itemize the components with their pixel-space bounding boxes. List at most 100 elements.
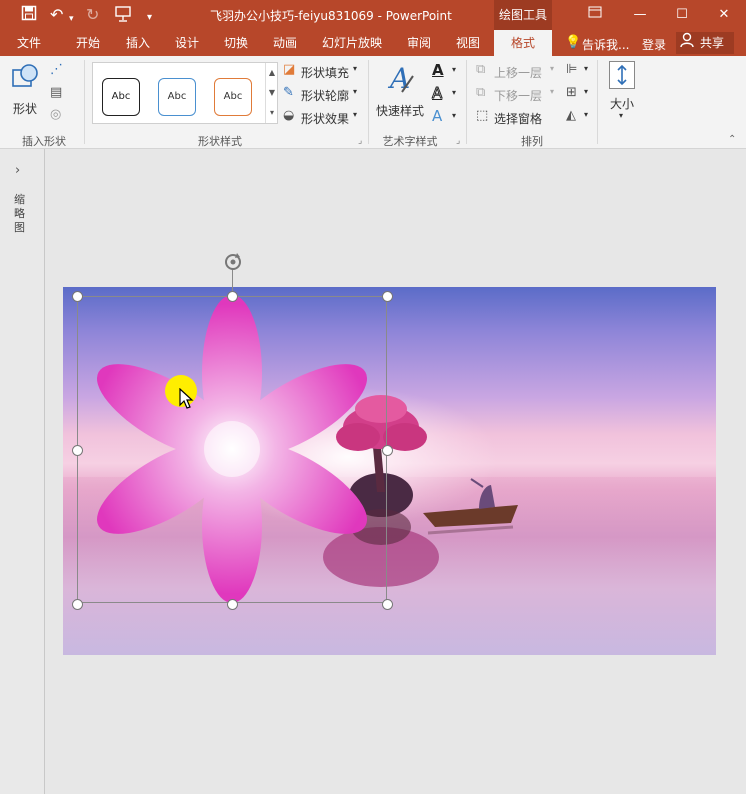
chevron-down-icon[interactable]: ▾ bbox=[584, 87, 588, 96]
resize-handle[interactable] bbox=[227, 599, 238, 610]
resize-handle[interactable] bbox=[72, 599, 83, 610]
maximize-icon[interactable]: ☐ bbox=[672, 5, 692, 25]
outline-pen-icon: ✎ bbox=[283, 85, 294, 100]
group-divider bbox=[368, 60, 369, 144]
customize-icon[interactable]: ▾ bbox=[147, 8, 152, 28]
tab-format[interactable]: 格式 bbox=[494, 30, 552, 56]
tab-file[interactable]: 文件 bbox=[0, 30, 58, 56]
text-fill-icon[interactable]: A bbox=[432, 61, 444, 79]
edit-shape-icon[interactable]: ⋰ bbox=[50, 63, 63, 77]
ribbon-options-icon[interactable] bbox=[585, 5, 605, 26]
share-label: 共享 bbox=[700, 36, 725, 50]
shapes-icon bbox=[12, 64, 38, 87]
save-icon[interactable] bbox=[21, 5, 37, 26]
drawing-tools-context: 绘图工具 bbox=[494, 0, 552, 30]
shape-label: 形状 bbox=[13, 102, 38, 116]
person-icon bbox=[680, 32, 694, 56]
tab-transitions[interactable]: 切换 bbox=[211, 30, 261, 56]
wordart-styles-group-label: 艺术字样式 bbox=[382, 135, 438, 148]
share-button[interactable]: 共享 bbox=[676, 32, 734, 54]
dialog-launcher-icon[interactable]: ⌟ bbox=[358, 136, 362, 146]
chevron-down-icon: ▾ bbox=[619, 111, 624, 120]
pointer-cursor-icon bbox=[179, 387, 195, 413]
tab-slideshow[interactable]: 幻灯片放映 bbox=[313, 30, 391, 56]
group-divider bbox=[597, 60, 598, 144]
style-sample-blue[interactable]: Abc bbox=[158, 78, 196, 116]
ribbon: 形状 ⋰ ▤ ◎ 插入形状 Abc Abc Abc ▲ ▼ ▾ ◪ 形状填充 ▾ ✎… bbox=[0, 56, 746, 149]
textbox-icon[interactable]: ▤ bbox=[50, 86, 62, 100]
login-link[interactable]: 登录 bbox=[642, 36, 666, 53]
shape-outline-button[interactable]: 形状轮廓 bbox=[301, 87, 349, 104]
quick-styles-button[interactable]: A 快速样式 bbox=[374, 62, 426, 124]
collapse-ribbon-icon[interactable]: ⌃ bbox=[728, 134, 736, 145]
group-divider bbox=[84, 60, 85, 144]
chevron-down-icon[interactable]: ▾ bbox=[353, 110, 357, 119]
fill-bucket-icon: ◪ bbox=[283, 62, 296, 77]
undo-dropdown-icon[interactable]: ▾ bbox=[69, 9, 74, 29]
tab-review[interactable]: 审阅 bbox=[394, 30, 444, 56]
style-sample-black[interactable]: Abc bbox=[102, 78, 140, 116]
tab-view[interactable]: 视图 bbox=[443, 30, 493, 56]
lightbulb-icon: 💡 bbox=[565, 35, 582, 50]
present-icon[interactable] bbox=[114, 5, 132, 28]
chevron-down-icon[interactable]: ▾ bbox=[452, 88, 456, 97]
tab-home[interactable]: 开始 bbox=[62, 30, 114, 56]
chevron-down-icon[interactable]: ▾ bbox=[584, 110, 588, 119]
chevron-down-icon[interactable]: ▾ bbox=[353, 64, 357, 73]
selection-pane-icon: ⬚ bbox=[476, 108, 489, 123]
chevron-down-icon: ▾ bbox=[550, 87, 555, 96]
svg-text:A: A bbox=[387, 62, 410, 94]
arrange-group-label: 排列 bbox=[521, 135, 543, 148]
undo-icon[interactable]: ↶ bbox=[50, 5, 63, 25]
resize-handle[interactable] bbox=[72, 445, 83, 456]
send-backward-icon: ⧉ bbox=[476, 85, 486, 100]
resize-handle[interactable] bbox=[382, 291, 393, 302]
thumbnail-pane: › 缩略图 bbox=[0, 149, 45, 794]
shape-gallery-button[interactable]: 形状 bbox=[8, 62, 42, 124]
merge-shapes-icon: ◎ bbox=[50, 107, 62, 122]
resize-handle[interactable] bbox=[382, 599, 393, 610]
bring-forward-icon: ⧉ bbox=[476, 62, 486, 77]
selection-pane-button[interactable]: 选择窗格 bbox=[494, 110, 542, 127]
redo-icon: ↻ bbox=[86, 5, 100, 24]
title-bar: ↶ ▾ ↻ ▾ 飞羽办公小技巧-feiyu831069 - PowerPoint… bbox=[0, 0, 746, 30]
resize-handle[interactable] bbox=[72, 291, 83, 302]
align-icon[interactable]: ⊫ bbox=[566, 63, 577, 77]
chevron-down-icon[interactable]: ▾ bbox=[584, 64, 588, 73]
resize-handle[interactable] bbox=[382, 445, 393, 456]
chevron-down-icon: ▾ bbox=[550, 64, 555, 73]
minimize-icon[interactable]: — bbox=[630, 5, 650, 25]
tab-animations[interactable]: 动画 bbox=[260, 30, 310, 56]
shape-style-gallery: Abc Abc Abc ▲ ▼ ▾ bbox=[92, 62, 278, 124]
selection-frame bbox=[77, 296, 387, 603]
tab-design[interactable]: 设计 bbox=[162, 30, 212, 56]
text-outline-icon[interactable]: A bbox=[431, 84, 442, 103]
chevron-down-icon[interactable]: ▾ bbox=[452, 111, 456, 120]
send-backward-button: 下移一层 bbox=[494, 89, 543, 103]
chevron-down-icon[interactable]: ▾ bbox=[452, 65, 456, 74]
thumbnail-pane-label: 缩略图 bbox=[14, 193, 25, 234]
close-icon[interactable]: ✕ bbox=[714, 5, 734, 25]
group-objects-icon[interactable]: ⊞ bbox=[566, 86, 577, 100]
chevron-down-icon[interactable]: ▾ bbox=[353, 87, 357, 96]
shape-styles-group-label: 形状样式 bbox=[198, 135, 242, 148]
shape-effects-button[interactable]: 形状效果 bbox=[301, 110, 349, 127]
effects-icon: ◒ bbox=[283, 108, 295, 123]
size-label: 大小 bbox=[610, 97, 635, 111]
tab-insert[interactable]: 插入 bbox=[113, 30, 163, 56]
resize-handle[interactable] bbox=[227, 291, 238, 302]
gallery-scroll[interactable]: ▲ ▼ ▾ bbox=[265, 63, 278, 123]
tell-me-input[interactable]: 告诉我... bbox=[582, 36, 629, 53]
rotate-handle-icon[interactable] bbox=[222, 251, 244, 276]
rotate-icon[interactable]: ◭ bbox=[566, 109, 576, 123]
chevron-right-icon[interactable]: › bbox=[15, 163, 20, 178]
wordart-a-icon: A bbox=[387, 62, 414, 94]
insert-shapes-group-label: 插入形状 bbox=[22, 135, 66, 148]
bring-forward-button: 上移一层 bbox=[494, 66, 543, 80]
dialog-launcher-icon[interactable]: ⌟ bbox=[456, 136, 460, 146]
style-sample-orange[interactable]: Abc bbox=[214, 78, 252, 116]
text-effects-icon[interactable]: A bbox=[432, 107, 442, 125]
size-button[interactable]: 大小 ▾ bbox=[604, 61, 640, 121]
ribbon-tabs: 文件 开始 插入 设计 切换 动画 幻灯片放映 审阅 视图 格式 💡 告诉我..… bbox=[0, 30, 746, 56]
shape-fill-button[interactable]: 形状填充 bbox=[301, 64, 349, 81]
